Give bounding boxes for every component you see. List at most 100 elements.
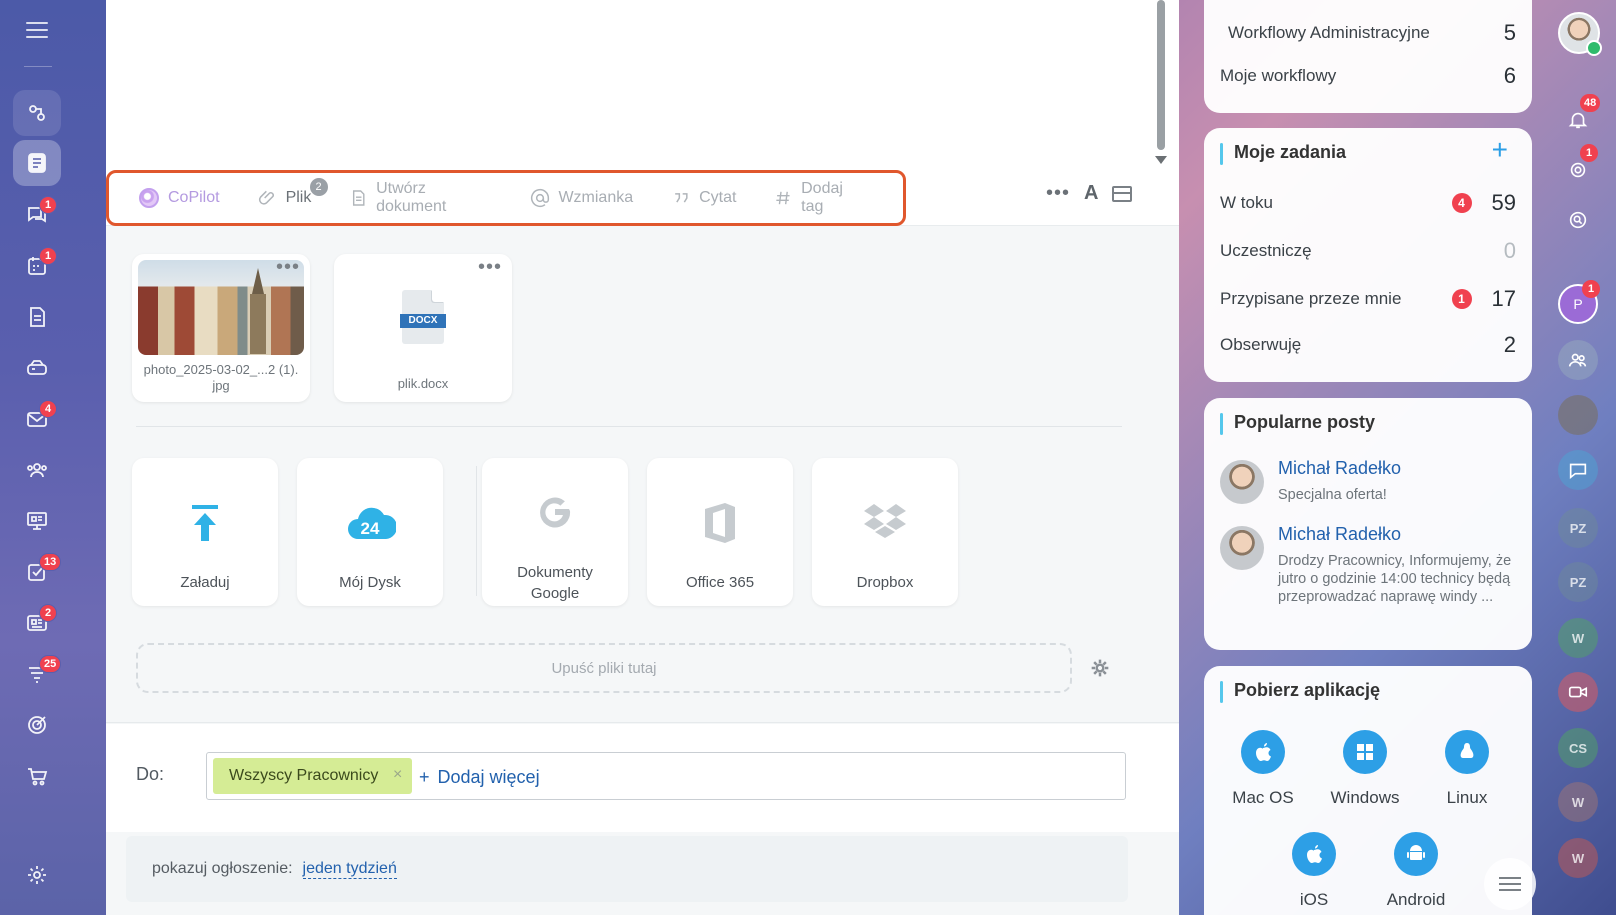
scroll-down-arrow[interactable]	[1155, 156, 1167, 164]
windows-icon	[1343, 730, 1387, 774]
file-button[interactable]: Plik 2	[258, 178, 328, 208]
add-task-button[interactable]: +	[1492, 134, 1508, 166]
task-row-label: W toku	[1220, 193, 1273, 212]
contact-photo[interactable]	[1558, 395, 1598, 435]
group-chat[interactable]	[1558, 340, 1598, 380]
app-ios[interactable]: iOS	[1269, 832, 1359, 910]
message-editor[interactable]: CoPilot Plik 2 Utwórz dokument Wzmianka …	[106, 0, 1179, 226]
popular-post[interactable]: Michał Radełko Specjalna oferta!	[1220, 458, 1516, 508]
search-chat-button[interactable]	[1558, 200, 1598, 240]
attachment-docx[interactable]: ••• DOCX plik.docx	[334, 254, 512, 402]
app-android[interactable]: Android	[1371, 832, 1461, 910]
contact-pz[interactable]: PZ	[1558, 562, 1598, 602]
office365-button[interactable]: Office 365	[647, 458, 793, 606]
target-icon	[28, 716, 46, 734]
sparkle-icon	[29, 105, 45, 121]
gear-icon	[28, 866, 46, 884]
rail-item-goals[interactable]	[13, 702, 61, 748]
file-dropzone[interactable]: Upuść pliki tutaj	[136, 643, 1072, 693]
post-author[interactable]: Michał Radełko	[1278, 524, 1401, 545]
video-call-chat[interactable]	[1558, 672, 1598, 712]
rail-item-news[interactable]: 2	[13, 600, 61, 646]
workflow-row-count: 6	[1503, 63, 1516, 88]
workflows-widget: Workflowy Administracyjne 5 Moje workflo…	[1204, 0, 1532, 113]
rail-item-documents[interactable]	[13, 294, 61, 340]
scrollbar-thumb[interactable]	[1157, 0, 1165, 150]
user-avatar[interactable]	[1558, 12, 1602, 56]
attachment-photo[interactable]: ••• photo_2025-03-02_...2 (1). jpg	[132, 254, 310, 402]
attachment-menu-button[interactable]: •••	[276, 256, 300, 279]
office365-label: Office 365	[685, 574, 755, 591]
attachment-filename-line2: jpg	[212, 378, 230, 393]
rail-item-calendar[interactable]: 1	[13, 243, 61, 289]
remove-recipient-button[interactable]: ×	[393, 766, 402, 784]
rail-item-chat[interactable]: 1	[13, 192, 61, 238]
channel-chat[interactable]	[1558, 450, 1598, 490]
rail-item-sites[interactable]	[13, 498, 61, 544]
apple-icon	[1241, 730, 1285, 774]
right-rail: 48 1 P 1 PZ PZ W CS W W	[1546, 0, 1616, 915]
rail-item-drive[interactable]	[13, 345, 61, 391]
file-count-badge: 2	[309, 178, 328, 196]
menu-icon[interactable]	[26, 22, 48, 38]
attachment-filename: photo_2025-03-02_...2 (1). jpg	[132, 362, 310, 394]
add-tag-button[interactable]: Dodaj tag	[774, 180, 865, 216]
post-editor-panel: CoPilot Plik 2 Utwórz dokument Wzmianka …	[106, 0, 1179, 915]
create-document-button[interactable]: Utwórz dokument	[349, 180, 492, 216]
widgets-menu-button[interactable]	[1484, 858, 1536, 910]
post-author[interactable]: Michał Radełko	[1278, 458, 1401, 479]
contact-w[interactable]: W	[1558, 618, 1598, 658]
task-row-following[interactable]: Obserwuję 2	[1220, 332, 1516, 358]
text-format-button[interactable]: A	[1084, 182, 1098, 205]
contact-w[interactable]: W	[1558, 838, 1598, 878]
app-macos[interactable]: Mac OS	[1218, 730, 1308, 808]
docx-badge: DOCX	[400, 314, 446, 328]
google-docs-button[interactable]: Dokumenty Google	[482, 458, 628, 606]
upload-local-button[interactable]: Załaduj	[132, 458, 278, 606]
dropbox-button[interactable]: Dropbox	[812, 458, 958, 606]
contact-p[interactable]: P 1	[1558, 280, 1600, 324]
task-row-label: Uczestniczę	[1220, 241, 1312, 260]
task-row-assigned-by-me[interactable]: Przypisane przeze mnie 1 17	[1220, 286, 1516, 312]
workflow-row[interactable]: Moje workflowy 6	[1220, 63, 1516, 89]
task-row-participating[interactable]: Uczestniczę 0	[1220, 238, 1516, 264]
rail-item-shop[interactable]	[13, 753, 61, 799]
download-apps-widget: Pobierz aplikację Mac OS Windows Linux i…	[1204, 666, 1532, 915]
recipient-chip[interactable]: Wszyscy Pracownicy ×	[213, 758, 413, 794]
app-name: Android	[1386, 890, 1446, 909]
more-options-button[interactable]: •••	[1046, 182, 1070, 205]
app-linux[interactable]: Linux	[1422, 730, 1512, 808]
rail-item-employees[interactable]	[13, 447, 61, 493]
copilot-chat-button[interactable]: 1	[1558, 144, 1598, 190]
my-drive-button[interactable]: 24 Mój Dysk	[297, 458, 443, 606]
quote-button[interactable]: Cytat	[671, 188, 736, 208]
copilot-button[interactable]: CoPilot	[139, 188, 220, 208]
rail-item-tasks[interactable]: 13	[13, 549, 62, 595]
rail-item-feed[interactable]	[13, 140, 61, 186]
rail-item-crm[interactable]: 25	[13, 651, 62, 697]
notifications-button[interactable]: 48	[1558, 94, 1601, 140]
gear-icon[interactable]	[1090, 658, 1110, 678]
avatar	[1220, 460, 1264, 504]
workflow-row-count: 5	[1503, 20, 1516, 45]
recipient-chip-label: Wszyscy Pracownicy	[229, 767, 379, 784]
announcement-duration-link[interactable]: jeden tydzień	[302, 860, 397, 879]
popular-post[interactable]: Michał Radełko Drodzy Pracownicy, Inform…	[1220, 524, 1516, 634]
contact-cs[interactable]: CS	[1558, 728, 1598, 768]
tasks-badge: 13	[39, 553, 62, 571]
attachment-menu-button[interactable]: •••	[478, 256, 502, 279]
task-row-in-progress[interactable]: W toku 4 59	[1220, 190, 1516, 216]
recipients-field[interactable]: Wszyscy Pracownicy × + Dodaj więcej	[206, 752, 1126, 800]
app-windows[interactable]: Windows	[1320, 730, 1410, 808]
contact-pz[interactable]: PZ	[1558, 508, 1598, 548]
contact-w[interactable]: W	[1558, 782, 1598, 822]
rail-item-copilot[interactable]	[13, 90, 61, 136]
rail-item-mail[interactable]: 4	[13, 396, 61, 442]
layout-toggle-icon[interactable]	[1112, 185, 1133, 202]
apple-icon	[1292, 832, 1336, 876]
add-more-recipients-link[interactable]: + Dodaj więcej	[419, 767, 540, 788]
mention-button[interactable]: Wzmianka	[530, 188, 633, 208]
rail-item-settings[interactable]	[13, 852, 61, 898]
task-row-count: 2	[1503, 332, 1516, 357]
workflow-row[interactable]: Workflowy Administracyjne 5	[1228, 20, 1516, 46]
